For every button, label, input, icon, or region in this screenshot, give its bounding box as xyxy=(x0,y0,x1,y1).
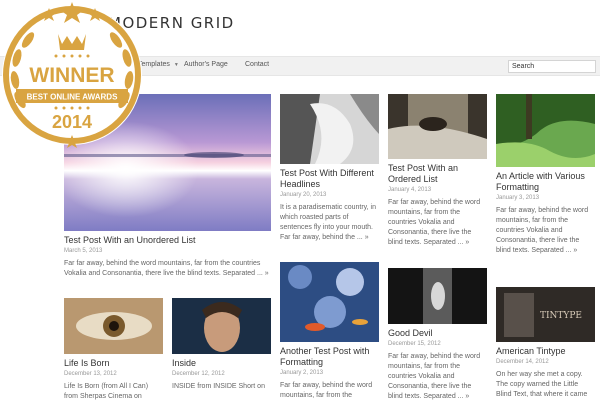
post-thumbnail[interactable]: TINTYPE xyxy=(496,287,595,342)
post-date: January 2, 2013 xyxy=(280,370,324,376)
post-date: December 13, 2012 xyxy=(64,371,117,377)
post-card: Test Post With Different Headlines Janua… xyxy=(280,94,379,243)
post-excerpt: On her way she met a copy. The copy warn… xyxy=(496,371,588,398)
post-card: Test Post With an Ordered List January 4… xyxy=(388,94,487,248)
post-thumbnail[interactable] xyxy=(280,94,379,164)
post-card: Inside December 12, 2012 INSIDE from INS… xyxy=(172,298,271,392)
post-title[interactable]: Another Test Post with Formatting xyxy=(280,346,379,368)
nav-item-contact[interactable]: Contact xyxy=(245,61,269,68)
post-thumbnail[interactable] xyxy=(280,262,379,342)
post-card: An Article with Various Formatting Janua… xyxy=(496,94,595,256)
post-date: December 15, 2012 xyxy=(388,341,441,347)
post-excerpt: Far far away, behind the word mountains,… xyxy=(388,353,481,400)
post-card: Life Is Born December 13, 2012 Life Is B… xyxy=(64,298,163,400)
post-thumbnail[interactable] xyxy=(388,94,487,159)
post-thumbnail[interactable] xyxy=(172,298,271,354)
post-title[interactable]: An Article with Various Formatting xyxy=(496,171,595,193)
post-date: December 12, 2012 xyxy=(172,371,225,377)
post-excerpt: INSIDE from INSIDE Short on xyxy=(172,383,265,390)
post-date: January 20, 2013 xyxy=(280,192,327,198)
post-title[interactable]: Life Is Born xyxy=(64,358,163,369)
post-thumbnail[interactable] xyxy=(496,94,595,167)
post-date: January 4, 2013 xyxy=(388,187,432,193)
post-date: January 3, 2013 xyxy=(496,195,540,201)
badge-winner-text: WINNER xyxy=(29,64,114,87)
award-badge: WINNER BEST ONLINE AWARDS 2014 xyxy=(0,0,145,150)
post-thumbnail[interactable] xyxy=(64,298,163,354)
post-title[interactable]: Test Post With an Ordered List xyxy=(388,163,487,185)
post-title[interactable]: Inside xyxy=(172,358,271,369)
post-title[interactable]: Good Devil xyxy=(388,328,487,339)
post-excerpt: Life Is Born (from All I Can) from Sherp… xyxy=(64,383,149,400)
caret-down-icon: ▼ xyxy=(173,62,179,68)
post-excerpt: It is a paradisematic country, in which … xyxy=(280,204,376,241)
post-title[interactable]: Test Post With an Unordered List xyxy=(64,235,271,246)
badge-year: 2014 xyxy=(52,112,92,132)
post-excerpt: Far far away, behind the word mountains,… xyxy=(64,260,269,277)
post-excerpt: Far far away, behind the word mountains,… xyxy=(496,207,589,254)
nav-item-authors-page[interactable]: Author's Page xyxy=(184,61,228,68)
post-excerpt: Far far away, behind the word mountains,… xyxy=(280,382,373,399)
post-date: December 14, 2012 xyxy=(496,359,549,365)
search-input[interactable]: Search xyxy=(508,60,596,73)
badge-subtitle: BEST ONLINE AWARDS xyxy=(27,93,118,102)
post-title[interactable]: American Tintype xyxy=(496,346,595,357)
post-excerpt: Far far away, behind the word mountains,… xyxy=(388,199,481,246)
post-card: Another Test Post with Formatting Januar… xyxy=(280,262,379,400)
post-title[interactable]: Test Post With Different Headlines xyxy=(280,168,379,190)
post-thumbnail[interactable] xyxy=(388,268,487,324)
thumbnail-caption: TINTYPE xyxy=(540,311,582,321)
post-card: Good Devil December 15, 2012 Far far awa… xyxy=(388,268,487,400)
post-date: March 5, 2013 xyxy=(64,248,103,254)
post-card: TINTYPE American Tintype December 14, 20… xyxy=(496,287,595,400)
